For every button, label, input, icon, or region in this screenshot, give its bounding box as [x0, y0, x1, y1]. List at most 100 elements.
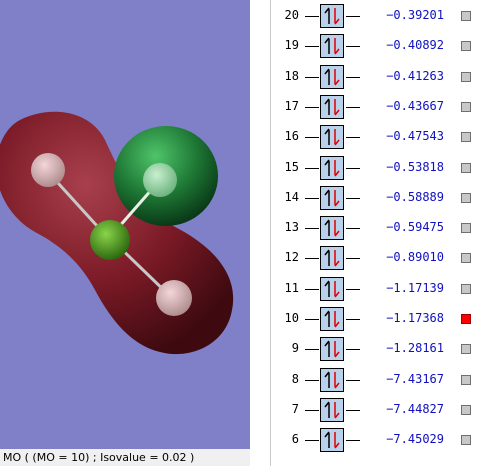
splitter[interactable]: [250, 0, 272, 466]
orbital-level-box[interactable]: [320, 216, 344, 241]
level-line: [346, 197, 360, 199]
orbital-level-box[interactable]: [320, 307, 344, 331]
orbital-energy-list[interactable]: 20 −0.39201 19 −0.40892 18 −0.41263 17 −0.43667…: [272, 0, 492, 466]
orbital-level-box[interactable]: [320, 125, 344, 150]
hydrogen-atom: [156, 280, 192, 316]
level-line: [305, 106, 319, 108]
orbital-row[interactable]: 13 −0.59475: [272, 213, 492, 243]
carbon-atom: [90, 220, 130, 260]
orbital-energy: −7.45029: [386, 432, 444, 447]
orbital-number: 15: [284, 159, 299, 174]
orbital-row[interactable]: 11 −1.17139: [272, 274, 492, 304]
level-line: [346, 106, 360, 108]
orbital-select-checkbox[interactable]: [461, 192, 471, 203]
level-line: [346, 46, 360, 48]
orbital-level-box[interactable]: [320, 397, 344, 422]
orbital-level-box[interactable]: [320, 428, 344, 453]
spin-up-down-arrows-icon: [324, 310, 340, 328]
spin-up-down-arrows-icon: [324, 401, 340, 419]
orbital-row[interactable]: 8 −7.43167: [272, 365, 492, 395]
orbital-level-box[interactable]: [320, 337, 344, 362]
orbital-energy: −0.40892: [386, 38, 444, 53]
orbital-select-checkbox[interactable]: [461, 344, 471, 355]
spin-up-down-arrows-icon: [324, 371, 340, 389]
level-line: [305, 228, 319, 230]
orbital-number: 13: [284, 220, 299, 235]
orbital-row[interactable]: 19 −0.40892: [272, 31, 492, 61]
orbital-row[interactable]: 9 −1.28161: [272, 334, 492, 364]
orbital-select-checkbox[interactable]: [461, 283, 471, 294]
orbital-select-checkbox[interactable]: [461, 132, 471, 143]
orbital-energy: −1.17139: [386, 280, 444, 295]
orbital-energy: −0.53818: [386, 159, 444, 174]
level-line: [305, 46, 319, 48]
orbital-number: 6: [291, 432, 299, 447]
orbital-energy: −0.43667: [386, 98, 444, 113]
level-line: [346, 76, 360, 78]
orbital-select-checkbox[interactable]: [461, 253, 471, 264]
hydrogen-atom: [31, 153, 65, 187]
level-line: [346, 137, 360, 139]
orbital-row[interactable]: 16 −0.47543: [272, 122, 492, 152]
spin-up-down-arrows-icon: [324, 128, 340, 146]
orbital-number: 18: [284, 68, 299, 83]
orbital-row[interactable]: 6 −7.45029: [272, 425, 492, 455]
orbital-energy: −0.41263: [386, 68, 444, 83]
orbital-row[interactable]: 14 −0.58889: [272, 183, 492, 213]
orbital-energy: −0.89010: [386, 250, 444, 265]
orbital-level-box[interactable]: [320, 155, 344, 180]
orbital-level-box[interactable]: [320, 4, 344, 28]
level-line: [305, 197, 319, 199]
orbital-energy: −1.28161: [386, 341, 444, 356]
orbital-level-box[interactable]: [320, 367, 344, 392]
orbital-level-box[interactable]: [320, 185, 344, 210]
orbital-energy: −7.43167: [386, 371, 444, 386]
level-line: [305, 76, 319, 78]
level-line: [305, 379, 319, 381]
molecule-viewer[interactable]: [0, 0, 250, 449]
orbital-select-checkbox[interactable]: [461, 435, 471, 446]
orbital-isosurface-render: [0, 111, 234, 355]
orbital-row[interactable]: 17 −0.43667: [272, 92, 492, 122]
orbital-row[interactable]: 20 −0.39201: [272, 1, 492, 31]
level-line: [305, 440, 319, 442]
spin-up-down-arrows-icon: [324, 280, 340, 298]
orbital-select-checkbox[interactable]: [461, 314, 471, 324]
orbital-number: 8: [291, 371, 299, 386]
orbital-row[interactable]: 12 −0.89010: [272, 243, 492, 273]
spin-up-down-arrows-icon: [324, 37, 340, 55]
orbital-number: 17: [284, 98, 299, 113]
spin-up-down-arrows-icon: [324, 189, 340, 207]
spin-up-down-arrows-icon: [324, 249, 340, 267]
orbital-select-checkbox[interactable]: [461, 223, 471, 234]
orbital-select-checkbox[interactable]: [461, 41, 471, 52]
orbital-select-checkbox[interactable]: [461, 71, 471, 82]
orbital-level-box[interactable]: [320, 276, 344, 301]
orbital-number: 14: [284, 189, 299, 204]
orbital-row[interactable]: 7 −7.44827: [272, 395, 492, 425]
orbital-level-box[interactable]: [320, 246, 344, 271]
hydrogen-atom: [143, 163, 177, 197]
level-line: [346, 258, 360, 260]
orbital-select-checkbox[interactable]: [461, 404, 471, 415]
orbital-select-checkbox[interactable]: [461, 374, 471, 385]
level-line: [346, 167, 360, 169]
orbital-number: 19: [284, 38, 299, 53]
level-line: [346, 440, 360, 442]
orbital-row[interactable]: 10 −1.17368: [272, 304, 492, 334]
level-line: [305, 137, 319, 139]
orbital-row[interactable]: 18 −0.41263: [272, 62, 492, 92]
orbital-level-box[interactable]: [320, 94, 344, 119]
level-line: [346, 379, 360, 381]
orbital-number: 20: [284, 8, 299, 22]
orbital-select-checkbox[interactable]: [461, 101, 471, 112]
orbital-level-box[interactable]: [320, 34, 344, 59]
orbital-row[interactable]: 15 −0.53818: [272, 153, 492, 183]
level-line: [305, 16, 319, 17]
orbital-level-box[interactable]: [320, 64, 344, 89]
orbital-select-checkbox[interactable]: [461, 162, 471, 173]
orbital-number: 11: [284, 280, 299, 295]
orbital-select-checkbox[interactable]: [461, 11, 471, 21]
orbital-number: 10: [284, 311, 299, 325]
level-line: [346, 16, 360, 17]
